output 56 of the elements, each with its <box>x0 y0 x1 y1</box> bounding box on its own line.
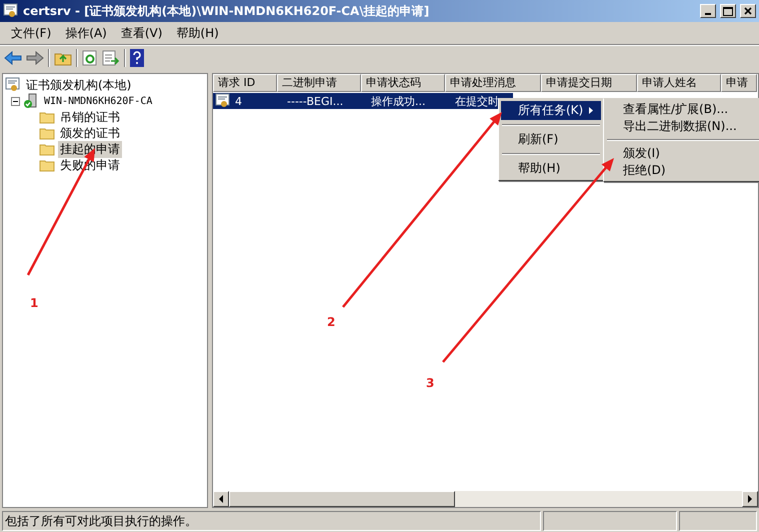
submenu-item[interactable]: 查看属性/扩展(B)... <box>606 101 759 118</box>
column-header[interactable]: 申请 <box>721 74 757 92</box>
close-button[interactable] <box>740 4 756 18</box>
menu-item[interactable]: 文件(F) <box>4 22 58 44</box>
context-menu-item[interactable]: 刷新(F) <box>501 130 601 149</box>
tree-item[interactable]: 证书颁发机构(本地) <box>24 76 134 94</box>
column-header[interactable]: 请求 ID <box>213 74 277 92</box>
menu-item[interactable]: 帮助(H) <box>169 22 226 44</box>
column-header[interactable]: 二进制申请 <box>277 74 361 92</box>
back-icon[interactable] <box>4 51 22 65</box>
annotation-number: 3 <box>426 376 434 390</box>
status-text: 包括了所有可对此项目执行的操作。 <box>2 511 541 531</box>
refresh-icon[interactable] <box>82 50 98 66</box>
submenu-item[interactable]: 颁发(I) <box>606 145 759 162</box>
help-icon[interactable] <box>130 49 144 67</box>
annotation-number: 2 <box>327 315 336 329</box>
scroll-right-button[interactable] <box>742 491 758 507</box>
tree-item[interactable]: 颁发的证书 <box>58 124 122 142</box>
maximize-button[interactable] <box>720 4 736 18</box>
column-header[interactable]: 申请人姓名 <box>637 74 721 92</box>
submenu-item[interactable]: 拒绝(D) <box>606 162 759 179</box>
menu-item[interactable]: 查看(V) <box>114 22 170 44</box>
right-caret-icon <box>748 495 752 503</box>
column-header[interactable]: 申请状态码 <box>361 74 445 92</box>
maximize-icon <box>723 6 733 16</box>
tree-item[interactable]: WIN-NMDN6KH620F-CA <box>42 96 154 106</box>
tree-item[interactable]: 吊销的证书 <box>58 108 122 126</box>
minimize-button[interactable] <box>700 4 716 18</box>
folder-icon <box>39 142 55 156</box>
table-cell-text: 操作成功... <box>370 94 426 108</box>
menu-item[interactable]: 操作(A) <box>58 22 114 44</box>
folder-icon <box>39 110 55 124</box>
submenu-item[interactable]: 导出二进制数据(N)... <box>606 118 759 135</box>
left-caret-icon <box>218 495 224 503</box>
annotation-number: 1 <box>30 296 38 310</box>
collapse-icon[interactable] <box>11 96 20 106</box>
folder-icon <box>39 158 55 172</box>
column-header[interactable]: 申请处理消息 <box>445 74 541 92</box>
close-icon <box>744 7 752 15</box>
table-cell-text: -----BEGI... <box>286 94 344 108</box>
context-menu-item[interactable]: 帮助(H) <box>501 159 601 178</box>
certificate-icon <box>3 3 19 19</box>
scroll-thumb[interactable] <box>229 491 455 507</box>
certificate-icon <box>5 77 21 93</box>
table-row[interactable]: 4 -----BEGI... 操作成功... 在提交时 <box>213 93 513 109</box>
table-cell-text: 在提交时 <box>454 94 500 108</box>
certificate-icon <box>215 93 231 109</box>
table-cell-text: 4 <box>234 94 243 108</box>
scroll-left-button[interactable] <box>213 491 229 507</box>
forward-icon[interactable] <box>26 51 44 65</box>
export-list-icon[interactable] <box>102 50 120 66</box>
folder-icon <box>39 126 55 140</box>
column-header[interactable]: 申请提交日期 <box>541 74 637 92</box>
context-menu-item[interactable]: 所有任务(K) <box>501 101 601 120</box>
server-icon <box>23 93 39 109</box>
window-title: certsrv - [证书颁发机构(本地)\WIN-NMDN6KH620F-CA\挂起的申请] <box>23 2 430 20</box>
